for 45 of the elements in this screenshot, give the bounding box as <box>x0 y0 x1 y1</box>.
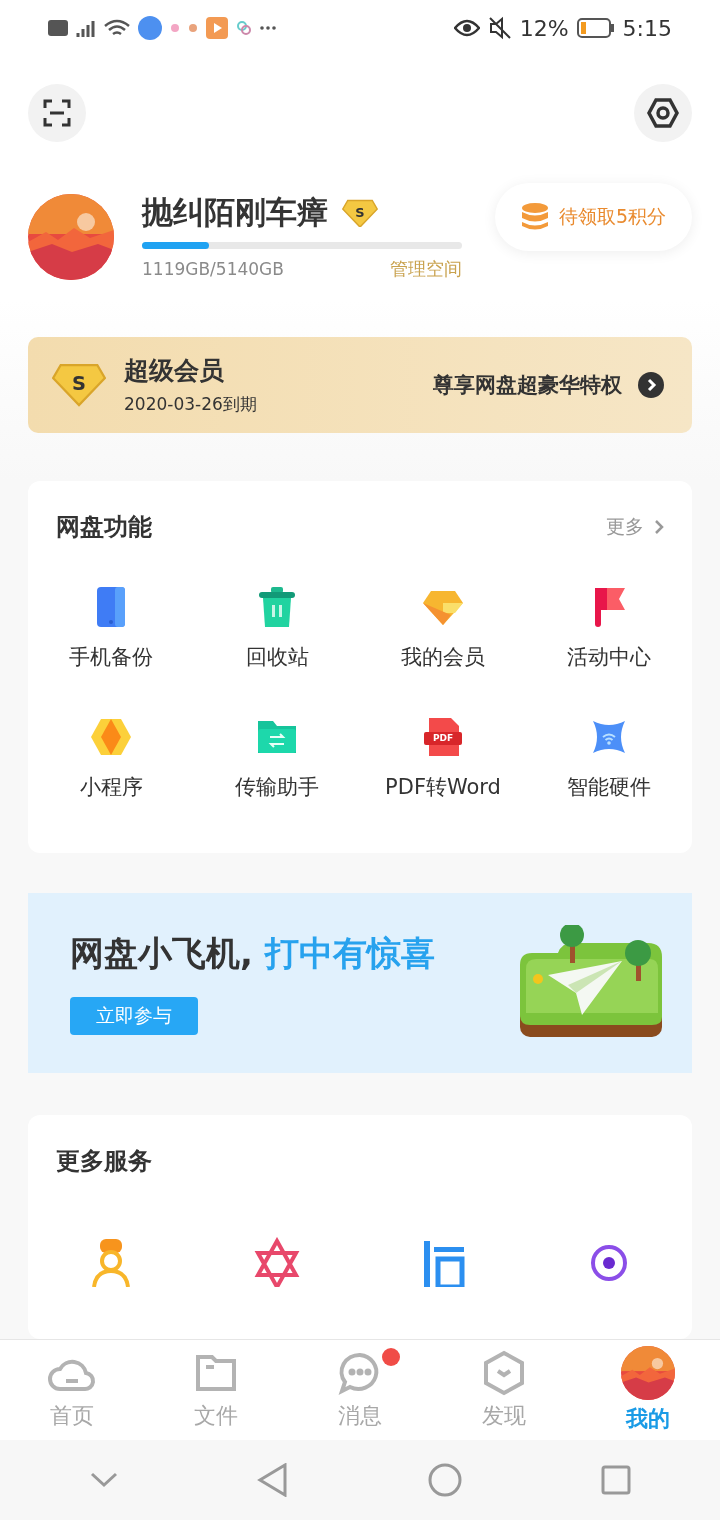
back-button[interactable] <box>256 1463 289 1498</box>
vip-badge-icon: S <box>52 363 106 407</box>
chevron-right-icon <box>638 372 664 398</box>
mute-icon <box>487 16 512 40</box>
signal-icon <box>76 19 96 37</box>
function-item[interactable]: 传输助手 <box>194 715 360 801</box>
vip-privilege-link[interactable]: 尊享网盘超豪华特权 <box>433 371 664 399</box>
battery-icon <box>576 18 615 38</box>
storage-usage: 1119GB/5140GB <box>142 259 284 279</box>
home-button[interactable] <box>427 1463 462 1498</box>
recents-button[interactable] <box>600 1465 631 1496</box>
app-notification-icon <box>236 20 252 36</box>
eye-icon <box>453 18 480 38</box>
function-item[interactable]: 活动中心 <box>526 585 692 671</box>
promo-banner[interactable]: 网盘小飞机, 打中有惊喜 立即参与 <box>28 893 692 1073</box>
function-item[interactable]: PDF PDF转Word <box>360 715 526 801</box>
vip-expiry: 2020-03-26到期 <box>124 393 257 416</box>
star-icon <box>252 1237 302 1287</box>
function-item[interactable]: 小程序 <box>28 715 194 801</box>
avatar-icon <box>621 1346 675 1401</box>
section-title: 网盘功能 <box>56 512 152 543</box>
scan-icon <box>42 98 72 128</box>
vip-title: 超级会员 <box>124 355 225 387</box>
coins-icon <box>520 201 549 232</box>
user-name: 抛纠陌刚车瘴 <box>142 193 328 232</box>
vip-badge-icon: S <box>342 198 378 228</box>
play-app-icon <box>206 17 228 39</box>
function-item[interactable]: 手机备份 <box>28 585 194 671</box>
function-item[interactable]: 智能硬件 <box>526 715 692 801</box>
app-notification-icon <box>138 16 162 40</box>
more-icon <box>260 26 276 30</box>
vip-card[interactable]: S 超级会员 2020-03-26到期 尊享网盘超豪华特权 <box>28 337 692 433</box>
hd-icon <box>48 20 68 36</box>
function-item[interactable]: 回收站 <box>194 585 360 671</box>
clock-time: 5:15 <box>622 15 672 41</box>
settings-icon <box>647 97 679 129</box>
chevron-right-icon <box>654 519 664 535</box>
wifi-icon <box>104 18 130 38</box>
function-item[interactable]: 我的会员 <box>360 585 526 671</box>
collapse-button[interactable] <box>89 1471 118 1490</box>
pdf-file-icon <box>421 715 465 759</box>
banner-title: 网盘小飞机, 打中有惊喜 <box>70 932 435 975</box>
pdf-label: PDF <box>431 733 455 743</box>
battery-percent: 12% <box>519 15 569 41</box>
section-title: 更多服务 <box>56 1147 152 1175</box>
